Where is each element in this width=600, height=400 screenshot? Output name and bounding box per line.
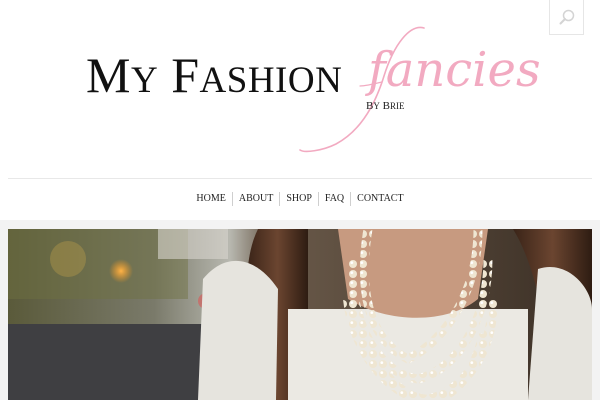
nav-item-shop[interactable]: SHOP bbox=[279, 192, 318, 206]
logo-title-text: MY FASHION bbox=[86, 47, 343, 103]
hero-photo bbox=[8, 229, 592, 400]
logo-title: MY FASHION bbox=[86, 50, 342, 100]
site-logo[interactable]: MY FASHION fancies BY BRIE bbox=[0, 0, 600, 170]
logo-byline: BY BRIE bbox=[366, 100, 405, 112]
site-header: MY FASHION fancies BY BRIE HOME ABOUT SH… bbox=[0, 0, 600, 220]
nav-divider bbox=[8, 178, 592, 179]
nav-item-home[interactable]: HOME bbox=[190, 192, 231, 206]
main-nav: HOME ABOUT SHOP FAQ CONTACT bbox=[0, 190, 600, 208]
nav-item-contact[interactable]: CONTACT bbox=[350, 192, 409, 206]
logo-script: fancies bbox=[368, 42, 541, 98]
nav-item-about[interactable]: ABOUT bbox=[231, 192, 279, 206]
hero-image[interactable] bbox=[8, 229, 592, 400]
nav-item-faq[interactable]: FAQ bbox=[317, 192, 350, 206]
